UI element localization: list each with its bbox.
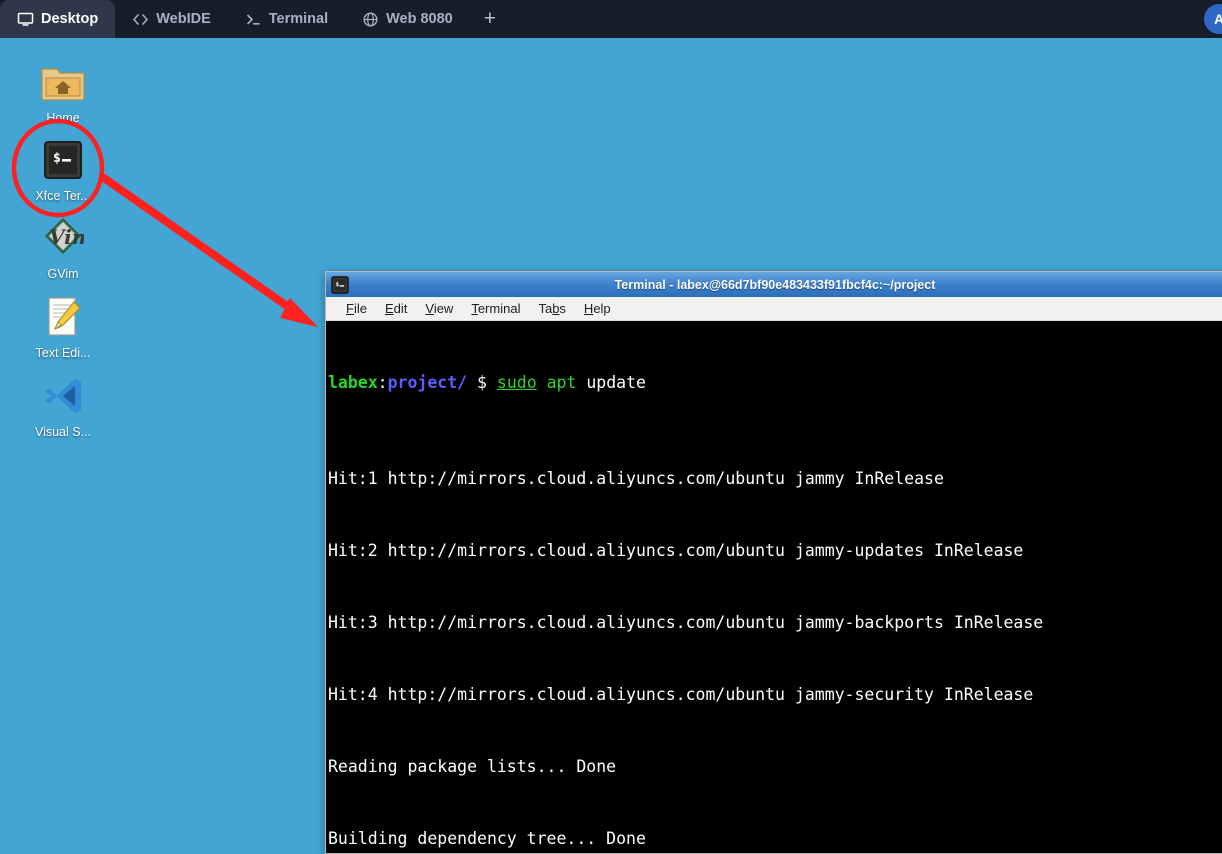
desktop-icon-text-editor[interactable]: Text Edi... (15, 293, 111, 360)
tab-web-8080[interactable]: Web 8080 (345, 0, 470, 38)
tab-webide[interactable]: WebIDE (115, 0, 228, 38)
svg-text:Vim: Vim (49, 225, 84, 249)
home-folder-icon (39, 58, 87, 106)
menu-file[interactable]: File (338, 299, 377, 318)
terminal-output-line: Hit:2 http://mirrors.cloud.aliyuncs.com/… (328, 539, 1222, 563)
menu-help[interactable]: Help (576, 299, 621, 318)
desktop-icon-label: Text Edi... (36, 346, 91, 360)
desktop-icon-label: GVim (47, 267, 78, 281)
code-brackets-icon (132, 11, 149, 28)
prompt-path: project/ (388, 373, 467, 392)
monitor-icon (17, 11, 34, 28)
prompt-icon (245, 11, 262, 28)
terminal-title-bar[interactable]: $ Terminal - labex@66d7bf90e483433f91fbc… (326, 272, 1222, 297)
tab-label: WebIDE (156, 11, 211, 27)
tab-label: Desktop (41, 11, 98, 27)
text-editor-icon (39, 293, 87, 341)
desktop-icon-home[interactable]: Home (15, 58, 111, 125)
command-sudo: sudo (497, 373, 537, 392)
terminal-menu-bar: File Edit View Terminal Tabs Help (326, 297, 1222, 321)
tab-terminal[interactable]: Terminal (228, 0, 345, 38)
desktop-icon-label: Xfce Ter... (35, 189, 90, 203)
menu-view[interactable]: View (417, 299, 463, 318)
new-tab-button[interactable]: + (470, 0, 510, 38)
menu-tabs[interactable]: Tabs (530, 299, 575, 318)
prompt-separator: : (378, 373, 388, 392)
browser-tab-bar: Desktop WebIDE Terminal (0, 0, 1222, 38)
tab-desktop[interactable]: Desktop (0, 0, 115, 38)
avatar[interactable]: A (1204, 4, 1222, 34)
menu-edit[interactable]: Edit (377, 299, 417, 318)
terminal-output-line: Hit:3 http://mirrors.cloud.aliyuncs.com/… (328, 611, 1222, 635)
gvim-icon: Vim (39, 214, 87, 262)
desktop-icon-label: Home (46, 111, 79, 125)
screen-root: Desktop WebIDE Terminal (0, 0, 1222, 854)
command-apt: apt (547, 373, 577, 392)
terminal-output-line: Building dependency tree... Done (328, 827, 1222, 851)
terminal-prompt-line: labex:project/ $ sudo apt update (328, 371, 1222, 395)
tab-label: Terminal (269, 11, 328, 27)
svg-text:$: $ (53, 151, 61, 166)
terminal-output-line: Hit:1 http://mirrors.cloud.aliyuncs.com/… (328, 467, 1222, 491)
svg-text:$: $ (335, 280, 339, 288)
desktop-icon-xfce-terminal[interactable]: $ Xfce Ter... (15, 136, 111, 203)
terminal-icon: $ (331, 276, 349, 294)
desktop-icon-label: Visual S... (35, 425, 91, 439)
prompt-user: labex (328, 373, 378, 392)
terminal-window[interactable]: $ Terminal - labex@66d7bf90e483433f91fbc… (325, 271, 1222, 854)
globe-icon (362, 11, 379, 28)
prompt-symbol: $ (477, 373, 487, 392)
terminal-output-area[interactable]: labex:project/ $ sudo apt update Hit:1 h… (326, 321, 1222, 853)
command-args: update (586, 373, 646, 392)
tab-label: Web 8080 (386, 11, 453, 27)
xfce-terminal-icon: $ (39, 136, 87, 184)
terminal-output-line: Reading package lists... Done (328, 755, 1222, 779)
desktop-icon-gvim[interactable]: Vim GVim (15, 214, 111, 281)
terminal-title: Terminal - labex@66d7bf90e483433f91fbcf4… (326, 278, 1222, 292)
terminal-output-line: Hit:4 http://mirrors.cloud.aliyuncs.com/… (328, 683, 1222, 707)
visual-studio-code-icon (39, 372, 87, 420)
menu-terminal[interactable]: Terminal (463, 299, 530, 318)
desktop-icon-visual-studio-code[interactable]: Visual S... (15, 372, 111, 439)
